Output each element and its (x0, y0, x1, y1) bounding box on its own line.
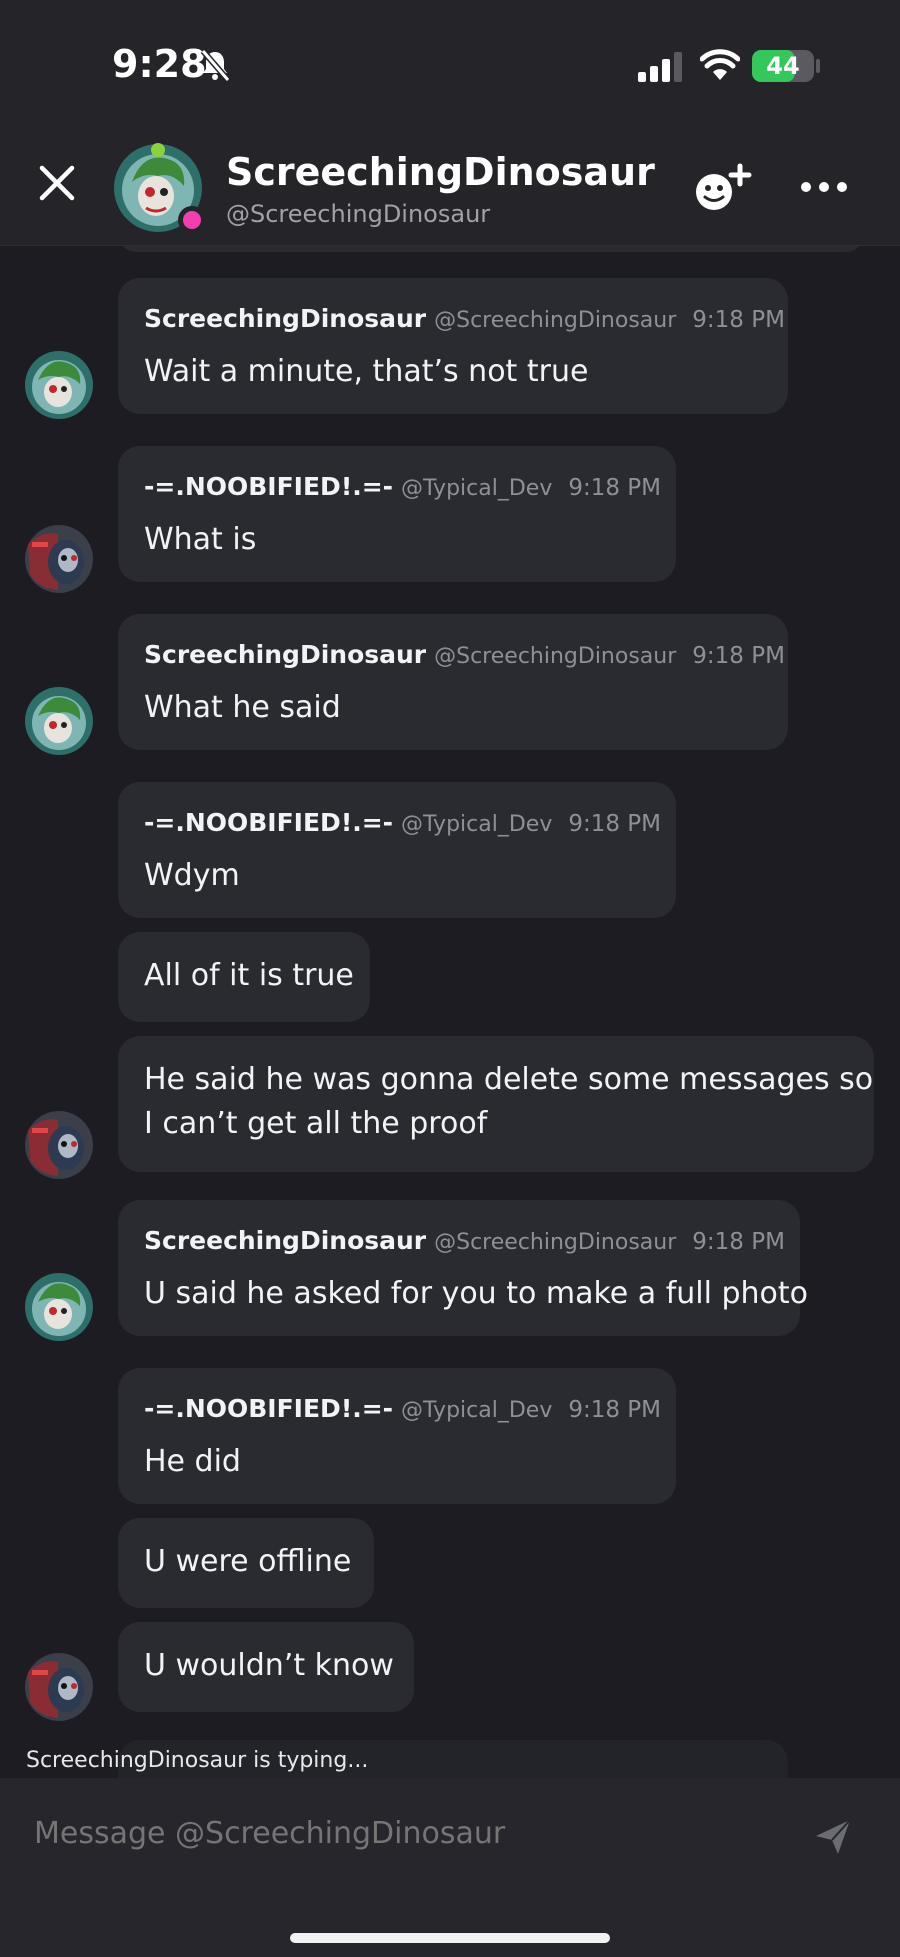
avatar[interactable] (24, 350, 94, 420)
message-list[interactable]: ScreechingDinosaur @ScreechingDinosaur 9:1… (0, 246, 900, 1778)
message-meta: -=.NOOBIFIED!.=- @Typical_Dev 9:18 PM (144, 1394, 661, 1423)
message-handle: @Typical_Dev (401, 476, 553, 501)
message-bubble[interactable]: -=.NOOBIFIED!.=- @Typical_Dev 9:18 PM Wdym (118, 782, 676, 918)
message-bubble[interactable]: U wouldn’t know (118, 1622, 414, 1712)
message-author[interactable]: -=.NOOBIFIED!.=- (144, 808, 393, 837)
message-time: 9:18 PM (568, 1397, 662, 1423)
message-author[interactable]: ScreechingDinosaur (144, 640, 426, 669)
message-handle: @ScreechingDinosaur (434, 308, 677, 333)
message-time: 9:18 PM (568, 475, 662, 501)
message-bubble[interactable]: ScreechingDinosaur @ScreechingDinosaur 9:1… (118, 1200, 808, 1336)
more-options-icon[interactable] (800, 172, 848, 202)
avatar[interactable] (24, 1652, 94, 1722)
message-text: U wouldn’t know (144, 1648, 394, 1683)
message-meta: ScreechingDinosaur @ScreechingDinosaur 9:1… (144, 304, 785, 333)
message-bubble[interactable]: ScreechingDinosaur @ScreechingDinosaur 9:1… (118, 278, 788, 414)
message-handle: @ScreechingDinosaur (434, 1230, 677, 1255)
message-text: What is (144, 522, 257, 557)
message-text-line: I can’t get all the proof (144, 1106, 488, 1141)
message-input[interactable] (34, 1808, 794, 1858)
avatar[interactable] (24, 686, 94, 756)
message-text: Wdym (144, 858, 240, 893)
message-composer (0, 1778, 900, 1957)
message-text: All of it is true (144, 958, 354, 993)
message-time: 9:18 PM (692, 307, 785, 333)
typing-indicator: ScreechingDinosaur is typing... (26, 1748, 369, 1773)
bell-muted-icon (200, 49, 231, 82)
conversation-title[interactable]: ScreechingDinosaur (226, 150, 655, 194)
message-bubble[interactable]: U were offline (118, 1518, 374, 1608)
message-bubble[interactable]: All of it is true (118, 932, 370, 1022)
message-handle: @ScreechingDinosaur (434, 644, 677, 669)
message-text: U were offline (144, 1544, 352, 1579)
status-time: 9:28 (112, 42, 207, 86)
add-friend-icon[interactable] (692, 162, 754, 214)
message-text: What he said (144, 690, 341, 725)
message-meta: ScreechingDinosaur @ScreechingDinosaur 9:1… (144, 640, 785, 669)
message-handle: @Typical_Dev (401, 1398, 553, 1423)
avatar[interactable] (24, 1272, 94, 1342)
message-author[interactable]: -=.NOOBIFIED!.=- (144, 472, 393, 501)
message-bubble-clipped (118, 246, 864, 252)
home-indicator[interactable] (290, 1933, 610, 1943)
dm-screen: 9:28 44 ScreechingDinosaur @ScreechingDi… (0, 0, 900, 1957)
message-meta: -=.NOOBIFIED!.=- @Typical_Dev 9:18 PM (144, 472, 661, 501)
message-handle: @Typical_Dev (401, 812, 553, 837)
message-time: 9:18 PM (692, 643, 785, 669)
message-author[interactable]: -=.NOOBIFIED!.=- (144, 1394, 393, 1423)
battery-indicator: 44 (752, 50, 814, 82)
wifi-icon (700, 49, 740, 80)
avatar[interactable] (24, 524, 94, 594)
message-text: U said he asked for you to make a full p… (144, 1276, 809, 1311)
close-icon[interactable] (34, 160, 80, 206)
online-status-dot (178, 206, 206, 234)
message-author[interactable]: ScreechingDinosaur (144, 1226, 426, 1255)
battery-percent: 44 (766, 52, 800, 80)
message-time: 9:18 PM (568, 811, 662, 837)
conversation-handle: @ScreechingDinosaur (226, 200, 491, 228)
battery-cap (816, 59, 820, 73)
message-text-line: He said he was gonna delete some message… (144, 1062, 874, 1097)
send-icon[interactable] (812, 1816, 854, 1858)
message-meta: -=.NOOBIFIED!.=- @Typical_Dev 9:18 PM (144, 808, 661, 837)
message-meta: ScreechingDinosaur @ScreechingDinosaur 9:1… (144, 1226, 785, 1255)
message-bubble[interactable]: -=.NOOBIFIED!.=- @Typical_Dev 9:18 PM He d… (118, 1368, 676, 1504)
message-text: Wait a minute, that’s not true (144, 354, 589, 389)
message-bubble[interactable]: He said he was gonna delete some message… (118, 1036, 874, 1172)
avatar[interactable] (24, 1110, 94, 1180)
cellular-signal-icon (638, 52, 682, 82)
message-time: 9:18 PM (692, 1229, 785, 1255)
message-text: He did (144, 1444, 241, 1479)
message-bubble[interactable]: -=.NOOBIFIED!.=- @Typical_Dev 9:18 PM What… (118, 446, 676, 582)
message-author[interactable]: ScreechingDinosaur (144, 304, 426, 333)
message-bubble[interactable]: ScreechingDinosaur @ScreechingDinosaur 9:1… (118, 614, 788, 750)
top-bar: 9:28 44 ScreechingDinosaur @ScreechingDi… (0, 0, 900, 246)
